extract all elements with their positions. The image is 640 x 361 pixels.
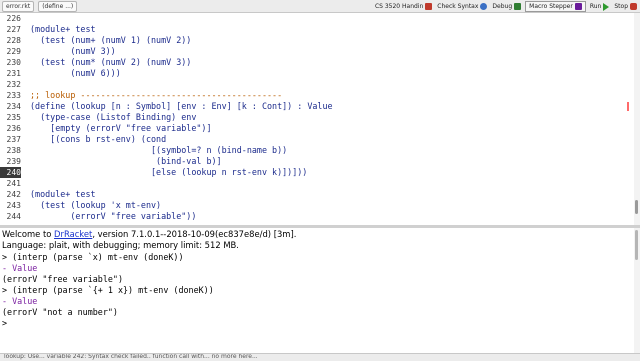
welcome-suffix: , version 7.1.0.1--2018-10-09(ec837e8e/d… (92, 229, 297, 239)
macro-stepper-label: Macro Stepper (529, 3, 573, 10)
repl-result-line: (errorV "free variable") (2, 274, 124, 284)
code-line[interactable]: 230 (test (num* (numV 2) (numV 3)) (0, 57, 634, 68)
debug-button[interactable]: Debug (491, 2, 522, 11)
handin-icon (425, 3, 433, 10)
line-number: 229 (6, 47, 21, 56)
file-menu[interactable]: error.rkt (2, 1, 35, 12)
run-button[interactable]: Run (589, 2, 611, 11)
code-line[interactable]: 242 (module+ test (0, 189, 634, 200)
code-line[interactable]: 234 (define (lookup [n : Symbol] [env : E… (0, 101, 634, 112)
stop-icon (630, 3, 637, 10)
run-label: Run (589, 3, 602, 10)
line-number: 226 (6, 14, 21, 23)
definitions-editor[interactable]: 226 227 (module+ test 228 (test (num+ (numV… (0, 13, 634, 225)
line-number: 241 (6, 179, 21, 188)
stop-button[interactable]: Stop (613, 2, 638, 11)
line-number: 228 (6, 36, 21, 45)
drracket-link[interactable]: DrRacket (54, 229, 92, 239)
line-number: 240 (0, 167, 21, 178)
line-number: 244 (6, 212, 21, 221)
code-line[interactable]: 239 (bind-val b)] (0, 156, 634, 167)
run-icon (603, 2, 610, 11)
code-text: (test (num+ (numV 1) (numV 2)) (30, 35, 192, 45)
code-line[interactable]: 226 (0, 13, 634, 24)
code-line[interactable]: 237 [(cons b rst-env) (cond (0, 134, 634, 145)
handin-button[interactable]: CS 3520 Handin (374, 2, 433, 11)
code-line[interactable]: 244 (errorV "free variable")) (0, 211, 634, 222)
code-line[interactable]: 228 (test (num+ (numV 1) (numV 2)) (0, 35, 634, 46)
check-syntax-label: Check Syntax (437, 3, 479, 10)
repl-result-line: (errorV "not a number") (2, 307, 118, 317)
stop-label: Stop (614, 3, 628, 10)
code-text: (test (num* (numV 2) (numV 3)) (30, 57, 192, 67)
margin-marker (627, 102, 629, 111)
code-text: (bind-val b)] (30, 156, 222, 166)
code-text: (type-case (Listof Binding) env (30, 112, 197, 122)
code-text: [(cons b rst-env) (cond (30, 134, 167, 144)
line-number: 232 (6, 80, 21, 89)
line-number: 235 (6, 113, 21, 122)
code-line[interactable]: 233 ;; lookup ---------------------------… (0, 90, 634, 101)
line-number: 231 (6, 69, 21, 78)
code-line[interactable]: 229 (numV 3)) (0, 46, 634, 57)
line-number: 237 (6, 135, 21, 144)
code-text: (numV 3)) (30, 46, 116, 56)
code-text: (module+ test (30, 189, 96, 199)
code-text: (test (lookup 'x mt-env) (30, 200, 162, 210)
code-line[interactable]: 227 (module+ test (0, 24, 634, 35)
line-number: 238 (6, 146, 21, 155)
code-text: (numV 6))) (30, 68, 121, 78)
line-number: 243 (6, 201, 21, 210)
line-number: 236 (6, 124, 21, 133)
code-line[interactable]: 238 [(symbol=? n (bind-name b)) (0, 145, 634, 156)
welcome-line: Welcome to DrRacket, version 7.1.0.1--20… (2, 229, 296, 240)
line-number: 242 (6, 190, 21, 199)
macro-icon (574, 3, 582, 10)
code-line[interactable]: 240 [else (lookup n rst-env k)])])) (0, 167, 634, 178)
define-menu[interactable]: (define ...) (38, 1, 78, 12)
definitions-scroll-thumb[interactable] (635, 200, 638, 214)
code-line[interactable]: 241 (0, 178, 634, 189)
language-line: Language: plait, with debugging; memory … (2, 240, 239, 250)
code-line[interactable]: 243 (test (lookup 'x mt-env) (0, 200, 634, 211)
definitions-scrollbar[interactable] (634, 13, 640, 225)
macro-stepper-button[interactable]: Macro Stepper (525, 1, 586, 12)
repl-type-line: - Value (2, 296, 38, 306)
toolbar: error.rkt (define ...) CS 3520 Handin Ch… (0, 0, 640, 13)
debug-label: Debug (492, 3, 513, 10)
code-text: [else (lookup n rst-env k)])])) (30, 167, 308, 177)
code-line[interactable]: 232 (0, 79, 634, 90)
handin-label: CS 3520 Handin (374, 3, 424, 10)
line-number: 234 (6, 102, 21, 111)
code-text: (errorV "free variable")) (30, 211, 197, 221)
code-text: [empty (errorV "free variable")] (30, 123, 212, 133)
code-text: ;; lookup ------------------------------… (30, 90, 283, 100)
repl-input-line[interactable]: > (interp (parse `x) mt-env (doneK)) (2, 252, 184, 263)
repl-input-line[interactable]: > (interp (parse `{+ 1 x}) mt-env (doneK… (2, 285, 214, 296)
code-line[interactable]: 235 (type-case (Listof Binding) env (0, 112, 634, 123)
code-line[interactable]: 236 [empty (errorV "free variable")] (0, 123, 634, 134)
magnifier-icon (480, 3, 488, 10)
code-line[interactable]: 231 (numV 6))) (0, 68, 634, 79)
interactions-pane[interactable]: Welcome to DrRacket, version 7.1.0.1--20… (0, 228, 634, 353)
interactions-scroll-thumb[interactable] (635, 230, 638, 260)
line-number: 239 (6, 157, 21, 166)
repl-type-line: - Value (2, 263, 38, 273)
code-text: [(symbol=? n (bind-name b)) (30, 145, 288, 155)
line-number: 233 (6, 91, 21, 100)
code-text: (define (lookup [n : Symbol] [env : Env]… (30, 101, 333, 111)
line-number: 227 (6, 25, 21, 34)
bug-icon (514, 3, 522, 10)
check-syntax-button[interactable]: Check Syntax (436, 2, 488, 11)
welcome-prefix: Welcome to (2, 229, 55, 239)
code-text: (module+ test (30, 24, 96, 34)
line-number: 230 (6, 58, 21, 67)
repl-input-line[interactable]: > (2, 318, 7, 329)
